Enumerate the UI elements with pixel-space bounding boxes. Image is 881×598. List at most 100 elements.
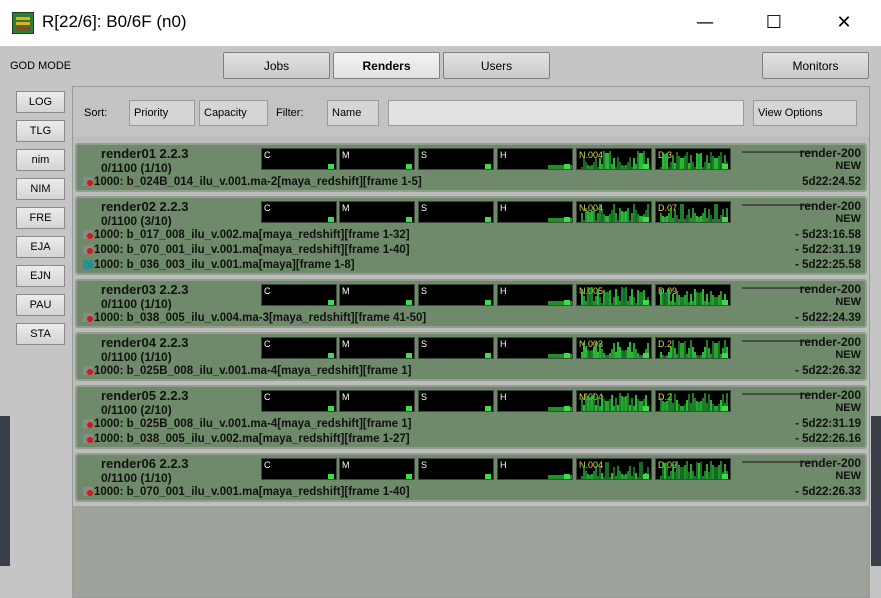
render-name: render02 2.2.3 <box>101 199 189 214</box>
filter-label: Filter: <box>276 107 304 119</box>
sidebar-button-pau[interactable]: PAU <box>16 294 65 316</box>
sort-capacity-button[interactable]: Capacity <box>199 100 268 126</box>
task-text: 1000: b_070_001_ilu_v.001.ma[maya_redshi… <box>94 244 410 256</box>
task-row[interactable]: 1000: b_036_003_ilu_v.001.ma[maya][frame… <box>83 259 355 271</box>
graph-indicator <box>643 300 649 305</box>
graph-label: H <box>500 286 507 296</box>
resource-graph: N.004 <box>576 390 652 412</box>
task-row[interactable]: 1000: b_070_001_ilu_v.001.ma[maya_redshi… <box>83 486 410 498</box>
render-state: NEW <box>835 160 861 172</box>
task-time: - 5d22:24.39 <box>795 312 861 324</box>
sidebar-button-sta[interactable]: STA <box>16 323 65 345</box>
graph-indicator <box>485 406 491 411</box>
graph-indicator <box>564 164 570 169</box>
graph-indicator <box>485 300 491 305</box>
render-host: render-200 <box>799 388 861 402</box>
graph-indicator <box>722 164 728 169</box>
red-dot-task-icon <box>83 366 93 375</box>
sidebar-button-nim[interactable]: NIM <box>16 178 65 200</box>
render-host: render-200 <box>799 282 861 296</box>
graph-indicator <box>643 164 649 169</box>
task-time: - 5d23:16.58 <box>795 229 861 241</box>
task-time: - 5d22:26.33 <box>795 486 861 498</box>
sidebar-button-ejn[interactable]: EJN <box>16 265 65 287</box>
resource-graph: M <box>339 337 415 359</box>
graph-indicator <box>643 353 649 358</box>
graph-label: S <box>421 392 428 402</box>
task-row[interactable]: 1000: b_038_005_ilu_v.002.ma[maya_redshi… <box>83 433 410 445</box>
tab-renders[interactable]: Renders <box>333 52 440 79</box>
minimize-button[interactable]: — <box>683 8 727 38</box>
graph-indicator <box>485 474 491 479</box>
filter-name-button[interactable]: Name <box>327 100 379 126</box>
task-row[interactable]: 1000: b_038_005_ilu_v.004.ma-3[maya_reds… <box>83 312 426 324</box>
sort-priority-button[interactable]: Priority <box>129 100 195 126</box>
render-list[interactable]: render01 2.2.3 0/1100 (1/10) render-200 NEW… <box>73 143 869 597</box>
graph-indicator <box>722 474 728 479</box>
render-state: NEW <box>835 402 861 414</box>
graph-label: S <box>421 339 428 349</box>
sidebar-button-eja[interactable]: EJA <box>16 236 65 258</box>
resource-graph: M <box>339 284 415 306</box>
task-row[interactable]: 1000: b_070_001_ilu_v.001.ma[maya_redshi… <box>83 244 410 256</box>
view-options-button[interactable]: View Options <box>753 100 857 126</box>
task-text: 1000: b_017_008_ilu_v.002.ma[maya_redshi… <box>94 229 410 241</box>
render-card[interactable]: render06 2.2.3 0/1100 (1/10) render-200 NEW… <box>75 453 867 502</box>
mode-label: GOD MODE <box>10 60 72 72</box>
resource-graph: M <box>339 458 415 480</box>
task-row[interactable]: 1000: b_025B_008_ilu_v.001.ma-4[maya_red… <box>83 418 412 430</box>
graph-label: H <box>500 392 507 402</box>
graph-indicator <box>485 353 491 358</box>
render-state: NEW <box>835 349 861 361</box>
main-area: GOD MODE Jobs Renders Users Monitors LOG… <box>0 46 881 598</box>
render-card[interactable]: render05 2.2.3 0/1100 (2/10) render-200 NEW… <box>75 385 867 449</box>
graph-label: H <box>500 203 507 213</box>
render-card[interactable]: render04 2.2.3 0/1100 (1/10) render-200 NEW… <box>75 332 867 381</box>
tab-users[interactable]: Users <box>443 52 550 79</box>
red-dot-task-icon <box>83 434 93 443</box>
resource-graph: N.004 <box>576 458 652 480</box>
resource-graph: C <box>261 390 337 412</box>
graph-indicator <box>328 217 334 222</box>
task-text: 1000: b_038_005_ilu_v.004.ma-3[maya_reds… <box>94 312 427 324</box>
sidebar-button-log[interactable]: LOG <box>16 91 65 113</box>
red-dot-task-icon <box>83 177 93 186</box>
resource-graph: M <box>339 390 415 412</box>
render-card[interactable]: render01 2.2.3 0/1100 (1/10) render-200 NEW… <box>75 143 867 192</box>
resource-graph: S <box>418 148 494 170</box>
render-name: render06 2.2.3 <box>101 456 189 471</box>
render-capacity: 0/1100 (2/10) <box>101 403 172 417</box>
tab-jobs[interactable]: Jobs <box>223 52 330 79</box>
render-capacity: 0/1100 (1/10) <box>101 297 172 311</box>
render-card[interactable]: render03 2.2.3 0/1100 (1/10) render-200 NEW… <box>75 279 867 328</box>
graph-indicator <box>328 300 334 305</box>
task-row[interactable]: 1000: b_017_008_ilu_v.002.ma[maya_redshi… <box>83 229 410 241</box>
task-row[interactable]: 1000: b_024B_014_ilu_v.001.ma-2[maya_red… <box>83 176 422 188</box>
render-name: render05 2.2.3 <box>101 388 189 403</box>
monitors-button[interactable]: Monitors <box>762 52 869 79</box>
maximize-button[interactable]: ☐ <box>752 8 796 38</box>
close-button[interactable]: ✕ <box>822 8 866 38</box>
graph-indicator <box>406 406 412 411</box>
sidebar-button-tlg[interactable]: TLG <box>16 120 65 142</box>
resource-graph: H <box>497 201 573 223</box>
sidebar-button-fre[interactable]: FRE <box>16 207 65 229</box>
resource-graph: C <box>261 337 337 359</box>
render-host: render-200 <box>799 456 861 470</box>
task-time: - 5d22:26.16 <box>795 433 861 445</box>
task-text: 1000: b_036_003_ilu_v.001.ma[maya][frame… <box>94 259 355 271</box>
filter-input[interactable] <box>388 100 744 126</box>
resource-graph: D.07 <box>655 201 731 223</box>
sidebar-button-nim-lower[interactable]: nim <box>16 149 65 171</box>
sort-filter-bar: Sort: Priority Capacity Filter: Name Vie… <box>73 87 869 137</box>
render-name: render04 2.2.3 <box>101 335 189 350</box>
graph-indicator <box>564 300 570 305</box>
task-row[interactable]: 1000: b_025B_008_ilu_v.001.ma-4[maya_red… <box>83 365 412 377</box>
resource-graph: D.2 <box>655 390 731 412</box>
graph-label: H <box>500 460 507 470</box>
graph-indicator <box>406 353 412 358</box>
render-card[interactable]: render02 2.2.3 0/1100 (3/10) render-200 NEW… <box>75 196 867 275</box>
task-time: - 5d22:26.32 <box>795 365 861 377</box>
graph-label: M <box>342 286 350 296</box>
resource-graph: N.003 <box>576 337 652 359</box>
